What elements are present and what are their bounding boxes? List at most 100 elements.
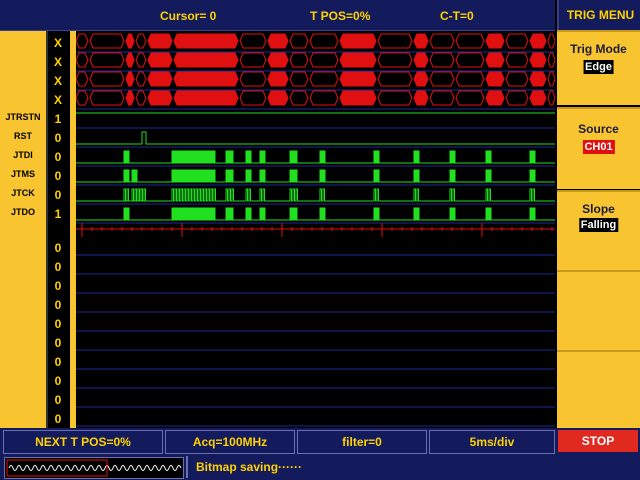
bus-segment — [76, 52, 89, 68]
waveform-display[interactable] — [76, 31, 555, 428]
bus-segment — [547, 90, 555, 106]
bus-segment — [239, 90, 267, 106]
bus-segment — [413, 52, 429, 68]
bus-value: X — [53, 93, 62, 107]
bus-segment — [505, 71, 529, 87]
bus-segment — [547, 71, 555, 87]
bus-segment — [135, 90, 147, 106]
bus-segment — [89, 71, 125, 87]
bus-segment — [377, 33, 413, 49]
bus-segment — [455, 71, 485, 87]
bus-segment — [135, 33, 147, 49]
bus-segment — [239, 71, 267, 87]
bus-segment — [529, 90, 547, 106]
idle-channel-value: 0 — [54, 279, 62, 293]
bus-segment — [529, 52, 547, 68]
trace-jtms — [76, 169, 555, 183]
cursor-readout: Cursor= 0 — [160, 9, 217, 23]
bus-segment — [429, 71, 455, 87]
bus-segment — [267, 52, 289, 68]
bus-segment — [505, 52, 529, 68]
filter-button[interactable]: filter=0 — [297, 430, 427, 454]
bus-segment — [455, 90, 485, 106]
trace-jtck — [76, 188, 555, 202]
bus-segment — [505, 90, 529, 106]
bus-segment — [429, 52, 455, 68]
idle-channel-value: 0 — [54, 336, 62, 350]
bus-segment — [485, 52, 505, 68]
bus-segment — [485, 71, 505, 87]
bus-segment — [547, 52, 555, 68]
menu-slope[interactable]: Slope Falling — [557, 190, 640, 270]
bus-segment — [173, 33, 239, 49]
bus-waveforms — [76, 33, 555, 106]
bus-segment — [173, 71, 239, 87]
menu-empty-slot-5[interactable] — [557, 350, 640, 430]
idle-channel-value: 0 — [54, 393, 62, 407]
bus-segment — [173, 52, 239, 68]
source-value: CH01 — [582, 140, 615, 154]
channel-label-jtck: JTCK — [11, 188, 35, 198]
channel-label-jtms: JTMS — [10, 169, 35, 179]
bus-segment — [339, 33, 377, 49]
bus-segment — [455, 52, 485, 68]
bus-segment — [239, 52, 267, 68]
waveform-grid — [76, 51, 555, 427]
bus-segment — [377, 71, 413, 87]
bus-segment — [89, 52, 125, 68]
bus-value: X — [53, 55, 62, 69]
acq-rate-button[interactable]: Acq=100MHz — [165, 430, 295, 454]
menu-source[interactable]: Source CH01 — [557, 107, 640, 189]
signal-value-jtms: 0 — [54, 169, 62, 183]
idle-channel-value: 0 — [54, 355, 62, 369]
bus-segment — [413, 71, 429, 87]
menu-trig-mode[interactable]: Trig Mode Edge — [557, 30, 640, 105]
timebase-button[interactable]: 5ms/div — [429, 430, 555, 454]
channel-label-jtrstn: JTRSTN — [5, 112, 41, 122]
next-tpos-button[interactable]: NEXT T POS=0% — [3, 430, 163, 454]
bus-segment — [455, 33, 485, 49]
bus-segment — [147, 52, 173, 68]
bus-segment — [429, 33, 455, 49]
bus-segment — [529, 71, 547, 87]
bus-segment — [147, 90, 173, 106]
bus-segment — [147, 33, 173, 49]
bus-segment — [76, 90, 89, 106]
idle-channel-value: 0 — [54, 317, 62, 331]
slope-label: Slope — [582, 202, 615, 216]
channel-value-column: X X X X 1 0 0 0 0 1 0 0 0 0 0 0 0 0 0 0 — [48, 31, 70, 428]
bus-segment — [339, 71, 377, 87]
bus-segment — [377, 52, 413, 68]
bus-segment — [125, 33, 135, 49]
bus-segment — [505, 33, 529, 49]
channel-label-rst: RST — [14, 131, 32, 141]
trace-jtdo — [76, 207, 555, 221]
bus-segment — [547, 33, 555, 49]
cursor-trigger-delta-readout: C-T=0 — [440, 9, 474, 23]
bus-segment — [125, 52, 135, 68]
overview-trace — [8, 465, 182, 471]
top-status-bar: Cursor= 0 T POS=0% C-T=0 — [0, 0, 555, 32]
bus-segment — [529, 33, 547, 49]
bus-segment — [485, 90, 505, 106]
bus-segment — [135, 71, 147, 87]
bus-segment — [339, 90, 377, 106]
bus-segment — [289, 33, 309, 49]
bus-segment — [267, 90, 289, 106]
waveform-overview[interactable] — [4, 457, 184, 479]
bus-segment — [125, 90, 135, 106]
bus-segment — [289, 52, 309, 68]
bus-segment — [89, 33, 125, 49]
menu-empty-slot-4[interactable] — [557, 270, 640, 350]
bus-segment — [309, 71, 339, 87]
idle-channel-value: 0 — [54, 241, 62, 255]
channel-label-panel: JTRSTN RST JTDI JTMS JTCK JTDO — [0, 31, 48, 428]
bus-segment — [267, 33, 289, 49]
bus-segment — [289, 90, 309, 106]
bus-segment — [339, 52, 377, 68]
stop-button[interactable]: STOP — [558, 430, 638, 452]
idle-channel-value: 0 — [54, 298, 62, 312]
signal-value-jtdo: 1 — [54, 207, 62, 221]
trig-mode-value: Edge — [583, 60, 614, 74]
idle-channel-value: 0 — [54, 260, 62, 274]
